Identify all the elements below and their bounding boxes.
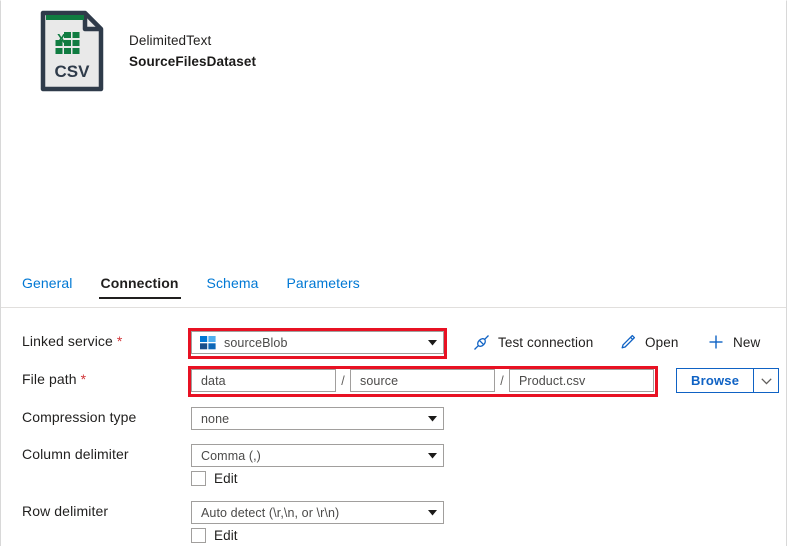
test-connection-button[interactable]: Test connection [471, 333, 593, 351]
column-delimiter-edit-label: Edit [214, 471, 238, 486]
row-delimiter-dropdown[interactable]: Auto detect (\r,\n, or \r\n) [191, 501, 444, 524]
csv-icon-text: CSV [55, 62, 91, 81]
row-delimiter-edit-label: Edit [214, 528, 238, 543]
open-label: Open [645, 334, 679, 350]
tab-parameters[interactable]: Parameters [286, 273, 359, 301]
file-path-row: File path * data / source / Product.csv … [1, 366, 786, 397]
compression-type-dropdown[interactable]: none [191, 407, 444, 430]
linked-service-label-text: Linked service [22, 333, 113, 349]
browse-split-button: Browse [676, 368, 780, 393]
plus-icon [706, 333, 726, 351]
linked-service-label: Linked service * [22, 333, 122, 349]
test-connection-label: Test connection [498, 334, 594, 350]
tab-schema[interactable]: Schema [207, 273, 259, 301]
compression-type-label: Compression type [22, 409, 137, 425]
open-button[interactable]: Open [618, 333, 678, 351]
chevron-down-icon [761, 372, 772, 390]
dataset-properties-panel: X CSV DelimitedText SourceFilesDataset G… [0, 0, 787, 546]
required-marker: * [116, 333, 123, 349]
row-delimiter-edit-checkbox[interactable]: Edit [191, 528, 238, 543]
file-path-container-input[interactable]: data [191, 369, 336, 392]
path-separator-1: / [341, 373, 345, 388]
browse-button[interactable]: Browse [676, 368, 754, 393]
column-delimiter-label: Column delimiter [22, 446, 129, 462]
azure-blob-storage-icon [200, 335, 216, 350]
tab-connection[interactable]: Connection [98, 273, 181, 301]
chevron-down-icon [421, 509, 443, 516]
linked-service-dropdown[interactable]: sourceBlob [191, 331, 444, 354]
linked-service-row: Linked service * sourceBlob Test connect… [1, 328, 786, 359]
new-label: New [733, 334, 761, 350]
row-delimiter-row: Row delimiter Auto detect (\r,\n, or \r\… [1, 500, 786, 546]
tab-general[interactable]: General [22, 273, 73, 301]
file-path-filename-input[interactable]: Product.csv [509, 369, 654, 392]
column-delimiter-edit-checkbox[interactable]: Edit [191, 471, 238, 486]
dataset-header: X CSV DelimitedText SourceFilesDataset [1, 1, 786, 272]
file-path-label-text: File path [22, 371, 77, 387]
dataset-type-label: DelimitedText [129, 33, 212, 48]
browse-dropdown-toggle[interactable] [753, 368, 780, 393]
chevron-down-icon [421, 452, 443, 459]
tab-bar: General Connection Schema Parameters [1, 273, 786, 306]
file-path-directory-input[interactable]: source [350, 369, 495, 392]
path-separator-2: / [500, 373, 504, 388]
dataset-titles: DelimitedText SourceFilesDataset [129, 9, 256, 73]
compression-type-value: none [201, 411, 230, 426]
row-delimiter-label: Row delimiter [22, 503, 109, 519]
dataset-identity: X CSV DelimitedText SourceFilesDataset [39, 9, 256, 93]
chevron-down-icon [421, 415, 443, 422]
checkbox-box[interactable] [191, 471, 206, 486]
checkbox-box[interactable] [191, 528, 206, 543]
required-marker: * [80, 371, 87, 387]
column-delimiter-dropdown[interactable]: Comma (,) [191, 444, 444, 467]
linked-service-value: sourceBlob [224, 335, 288, 350]
new-button[interactable]: New [706, 333, 760, 351]
csv-file-icon: X CSV [39, 9, 107, 93]
column-delimiter-value: Comma (,) [201, 448, 261, 463]
row-delimiter-value: Auto detect (\r,\n, or \r\n) [201, 505, 340, 520]
plug-connection-icon [471, 333, 491, 351]
file-path-label: File path * [22, 371, 86, 387]
dataset-name: SourceFilesDataset [129, 54, 257, 69]
pencil-edit-icon [618, 333, 638, 351]
column-delimiter-row: Column delimiter Comma (,) Edit [1, 443, 786, 493]
tab-divider [1, 307, 786, 308]
compression-type-row: Compression type none [1, 406, 786, 434]
chevron-down-icon [421, 339, 443, 346]
